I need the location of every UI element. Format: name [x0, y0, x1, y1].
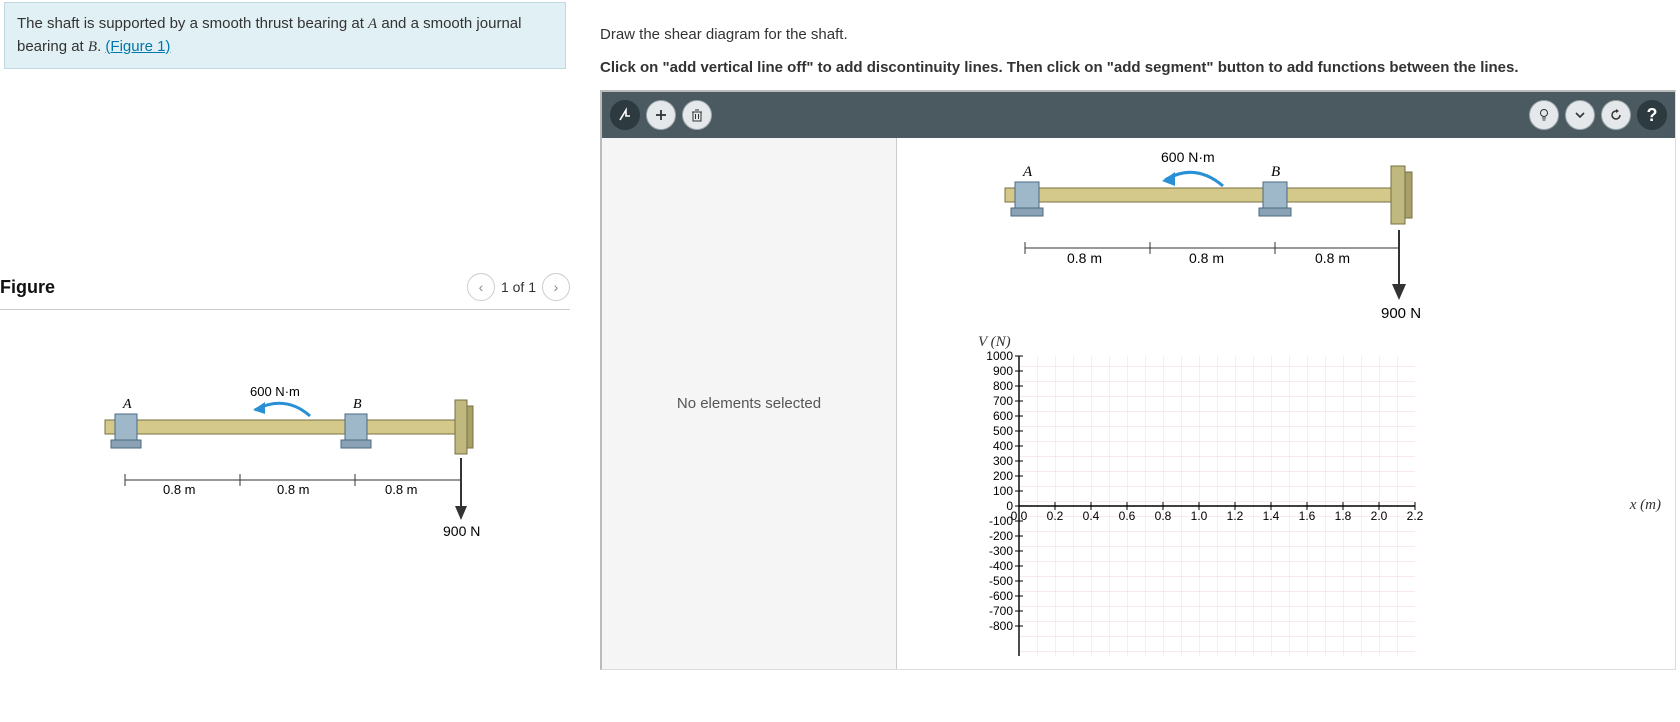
chevron-down-icon	[1574, 109, 1586, 121]
svg-text:900: 900	[993, 364, 1013, 378]
svg-text:1.6: 1.6	[1299, 509, 1316, 523]
svg-text:-100: -100	[989, 514, 1013, 528]
delete-button[interactable]	[682, 100, 712, 130]
dropdown-button[interactable]	[1565, 100, 1595, 130]
add-vertical-line-button[interactable]	[610, 100, 640, 130]
figure-header: Figure ‹ 1 of 1 ›	[0, 269, 570, 310]
workspace: No elements selected	[602, 138, 1675, 669]
trash-icon	[690, 108, 704, 122]
vertical-line-icon	[617, 107, 633, 123]
reset-icon	[1609, 108, 1623, 122]
moment-label: 600 N·m	[250, 384, 300, 399]
dim2: 0.8 m	[277, 482, 310, 497]
shear-chart[interactable]: V (N) x (m) 0100	[965, 336, 1625, 670]
label-a: A	[122, 397, 132, 412]
reset-button[interactable]	[1601, 100, 1631, 130]
svg-text:600: 600	[993, 409, 1013, 423]
help-button[interactable]: ?	[1637, 100, 1667, 130]
add-segment-button[interactable]	[646, 100, 676, 130]
svg-text:-200: -200	[989, 529, 1013, 543]
svg-text:1000: 1000	[986, 349, 1013, 363]
drawing-toolbar: ?	[602, 92, 1675, 138]
task-line2: Click on "add vertical line off" to add …	[600, 53, 1676, 90]
svg-text:600 N·m: 600 N·m	[1161, 149, 1215, 165]
task-line1: Draw the shear diagram for the shaft.	[600, 0, 1676, 53]
svg-text:-600: -600	[989, 589, 1013, 603]
svg-text:700: 700	[993, 394, 1013, 408]
svg-text:2.0: 2.0	[1371, 509, 1388, 523]
svg-text:-800: -800	[989, 619, 1013, 633]
plus-icon	[654, 108, 668, 122]
svg-text:400: 400	[993, 439, 1013, 453]
left-pane: The shaft is supported by a smooth thrus…	[0, 0, 570, 722]
plot-panel[interactable]: A B 600 N·m 0.8 m 0.8 m 0.8 m 900 N V (N…	[897, 138, 1675, 669]
svg-text:-500: -500	[989, 574, 1013, 588]
svg-text:1.8: 1.8	[1335, 509, 1352, 523]
svg-text:A: A	[1022, 164, 1033, 180]
drawing-canvas-frame: ? No elements selected	[600, 90, 1676, 670]
svg-text:-300: -300	[989, 544, 1013, 558]
figure-link[interactable]: (Figure 1)	[105, 38, 170, 55]
svg-text:500: 500	[993, 424, 1013, 438]
svg-text:0.4: 0.4	[1083, 509, 1100, 523]
dim1: 0.8 m	[163, 482, 196, 497]
pager-next-button[interactable]: ›	[542, 273, 570, 301]
svg-text:100: 100	[993, 484, 1013, 498]
svg-text:0.8: 0.8	[1155, 509, 1172, 523]
figure-pager: ‹ 1 of 1 ›	[467, 273, 570, 301]
svg-text:B: B	[1271, 164, 1280, 180]
shaft-figure: A B 600 N·m 0.8 m 0.8 m 0.8 m 900 N	[85, 380, 515, 540]
svg-text:0.8 m: 0.8 m	[1189, 250, 1224, 266]
svg-text:0.6: 0.6	[1119, 509, 1136, 523]
svg-text:900 N: 900 N	[1381, 305, 1421, 322]
shaft-figure-small: A B 600 N·m 0.8 m 0.8 m 0.8 m 900 N	[965, 148, 1465, 326]
pager-prev-button[interactable]: ‹	[467, 273, 495, 301]
svg-text:0.8 m: 0.8 m	[1067, 250, 1102, 266]
plot-loading-diagram: A B 600 N·m 0.8 m 0.8 m 0.8 m 900 N	[965, 148, 1625, 326]
point-a: A	[368, 16, 377, 32]
dim3: 0.8 m	[385, 482, 418, 497]
svg-text:300: 300	[993, 454, 1013, 468]
svg-text:-700: -700	[989, 604, 1013, 618]
x-axis-label: x (m)	[1630, 497, 1661, 514]
figure-body: A B 600 N·m 0.8 m 0.8 m 0.8 m 900 N	[0, 310, 570, 540]
label-b: B	[353, 397, 362, 412]
svg-text:-400: -400	[989, 559, 1013, 573]
svg-text:800: 800	[993, 379, 1013, 393]
problem-statement: The shaft is supported by a smooth thrus…	[4, 2, 566, 69]
selection-status: No elements selected	[677, 395, 821, 412]
y-axis-label: V (N)	[978, 334, 1011, 351]
svg-text:0.2: 0.2	[1047, 509, 1064, 523]
svg-text:0.8 m: 0.8 m	[1315, 250, 1350, 266]
pager-label: 1 of 1	[501, 279, 536, 295]
svg-text:1.2: 1.2	[1227, 509, 1244, 523]
svg-text:1.4: 1.4	[1263, 509, 1280, 523]
selection-panel: No elements selected	[602, 138, 897, 669]
svg-text:2.2: 2.2	[1407, 509, 1424, 523]
shear-chart-svg[interactable]: 01002003004005006007008009001000 -100-20…	[965, 336, 1425, 670]
point-b: B	[88, 39, 97, 55]
right-pane: Draw the shear diagram for the shaft. Cl…	[600, 0, 1676, 722]
figure-title: Figure	[0, 277, 55, 298]
svg-text:1.0: 1.0	[1191, 509, 1208, 523]
problem-text: The shaft is supported by a smooth thrus…	[17, 15, 368, 32]
svg-text:200: 200	[993, 469, 1013, 483]
lightbulb-icon	[1537, 108, 1551, 122]
hint-button[interactable]	[1529, 100, 1559, 130]
load-label: 900 N	[443, 523, 480, 539]
